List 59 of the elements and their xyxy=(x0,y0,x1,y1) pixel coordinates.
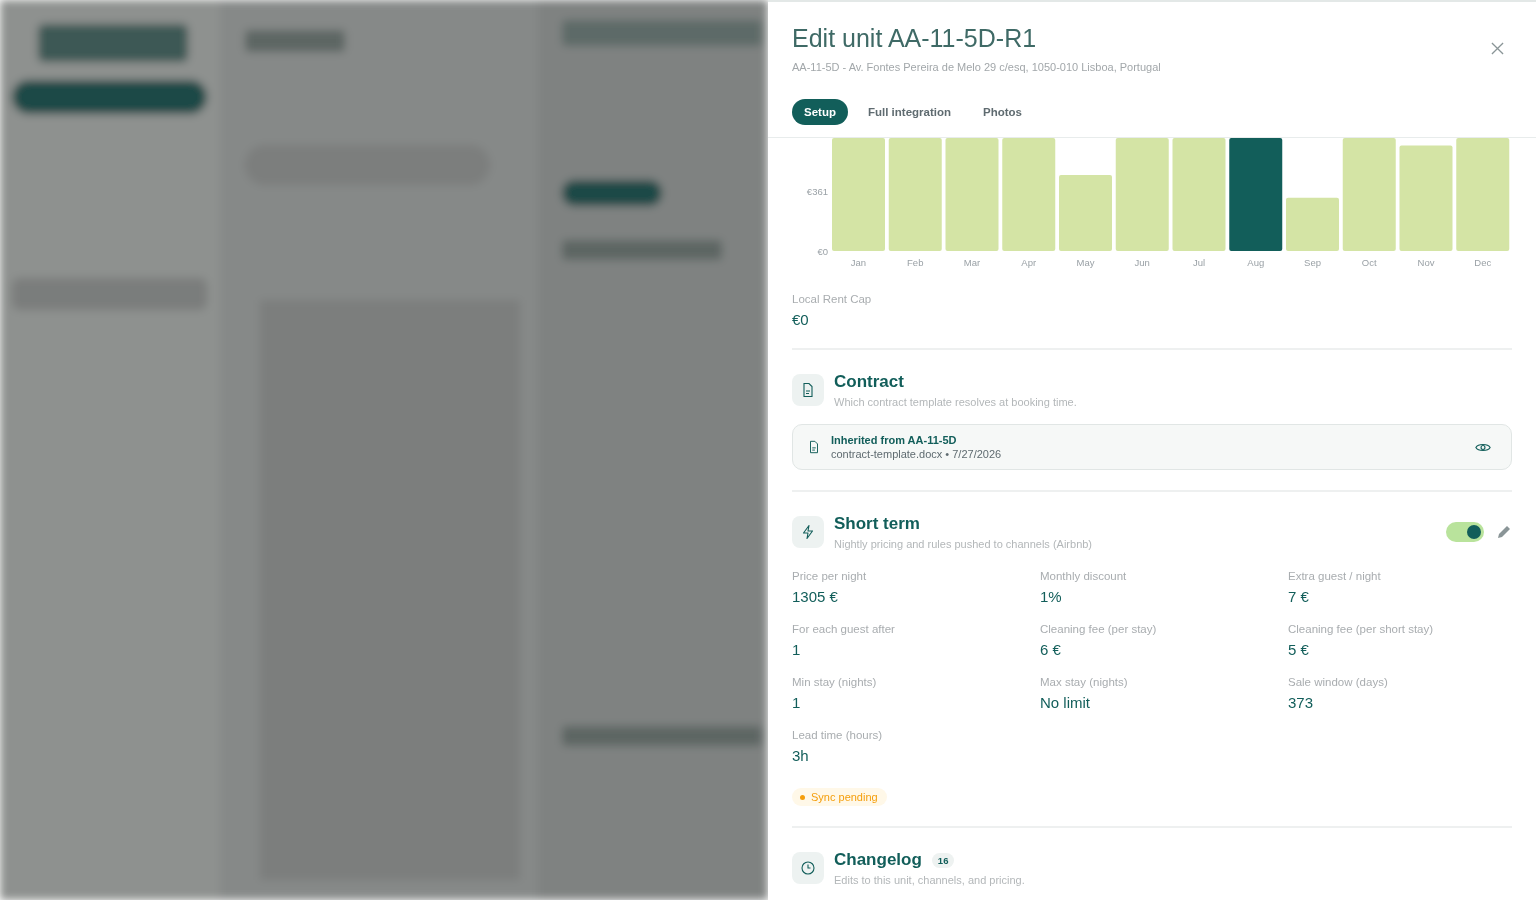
axis-label: Nov xyxy=(1417,257,1435,268)
axis-label: Oct xyxy=(1361,257,1377,268)
field-label: Price per night xyxy=(792,570,868,582)
clock-icon xyxy=(792,852,824,884)
unit-address: AA-11-5D - Av. Fontes Pereira de Melo 29 c/esq, 1050-010 Lisboa, Portugal xyxy=(792,61,1161,73)
field-value: 373 xyxy=(1288,694,1315,711)
field-value: 1305 € xyxy=(792,588,839,605)
field-value: €0 xyxy=(792,311,810,328)
sync-status-text: Sync pending xyxy=(811,791,878,803)
lightning-icon xyxy=(792,516,824,548)
field-value: 7 € xyxy=(1288,588,1310,605)
axis-label: €361 xyxy=(806,186,828,198)
document-icon xyxy=(792,374,824,406)
field-label: Sale window (days) xyxy=(1288,676,1389,688)
section-title: Contract xyxy=(834,372,905,392)
field-value: 1% xyxy=(1040,588,1063,605)
tab[interactable]: Full integration xyxy=(855,99,963,125)
field-label: Max stay (nights) xyxy=(1040,676,1129,688)
axis-label: Aug xyxy=(1247,257,1265,268)
field-label: Cleaning fee (per short stay) xyxy=(1288,623,1435,635)
field-value: 5 € xyxy=(1288,641,1310,658)
axis-label: €0 xyxy=(817,246,828,257)
tab[interactable]: Setup xyxy=(792,99,848,125)
field-value: 6 € xyxy=(1040,641,1062,658)
section-description: Nightly pricing and rules pushed to channels (Airbnb) xyxy=(834,538,1094,550)
section-description: Edits to this unit, channels, and pricing. xyxy=(834,874,1026,886)
field-label: Cleaning fee (per stay) xyxy=(1040,623,1158,635)
drawer-title: Edit unit AA-11-5D-R1 xyxy=(792,23,1038,53)
count-badge: 16 xyxy=(931,852,955,868)
field-value: No limit xyxy=(1040,694,1091,711)
field-value: 1 xyxy=(792,694,802,711)
field-label: Min stay (nights) xyxy=(792,676,878,688)
section-title: Short term xyxy=(834,514,921,534)
axis-label: May xyxy=(1076,257,1095,268)
field-label: For each guest after xyxy=(792,623,896,635)
field-value: 3h xyxy=(792,747,810,764)
tab[interactable]: Photos xyxy=(971,99,1034,125)
field-label: Monthly discount xyxy=(1040,570,1128,582)
field-value: 1 xyxy=(792,641,802,658)
field-label: Lead time (hours) xyxy=(792,729,884,741)
toggle-switch[interactable] xyxy=(1446,522,1484,542)
document-icon xyxy=(807,440,821,454)
close-icon[interactable] xyxy=(1491,42,1504,55)
bar xyxy=(1286,197,1339,251)
axis-label: Sep xyxy=(1304,257,1321,268)
axis-label: Jun xyxy=(1134,257,1150,268)
axis-label: Jan xyxy=(850,257,867,268)
field-label: Extra guest / night xyxy=(1288,570,1382,582)
field-label: Local Rent Cap xyxy=(792,293,873,305)
axis-label: Apr xyxy=(1021,257,1037,268)
pencil-icon[interactable] xyxy=(1496,524,1512,540)
axis-label: Dec xyxy=(1474,257,1492,268)
contract-file: contract-template.docx • 7/27/2026 xyxy=(831,448,1003,460)
axis-label: Mar xyxy=(963,257,981,268)
contract-source: Inherited from AA-11-5D xyxy=(831,434,958,446)
axis-label: Feb xyxy=(907,257,924,268)
section-title: Changelog xyxy=(834,850,922,870)
axis-label: Jul xyxy=(1192,257,1206,268)
section-description: Which contract template resolves at booking time. xyxy=(834,396,1078,408)
